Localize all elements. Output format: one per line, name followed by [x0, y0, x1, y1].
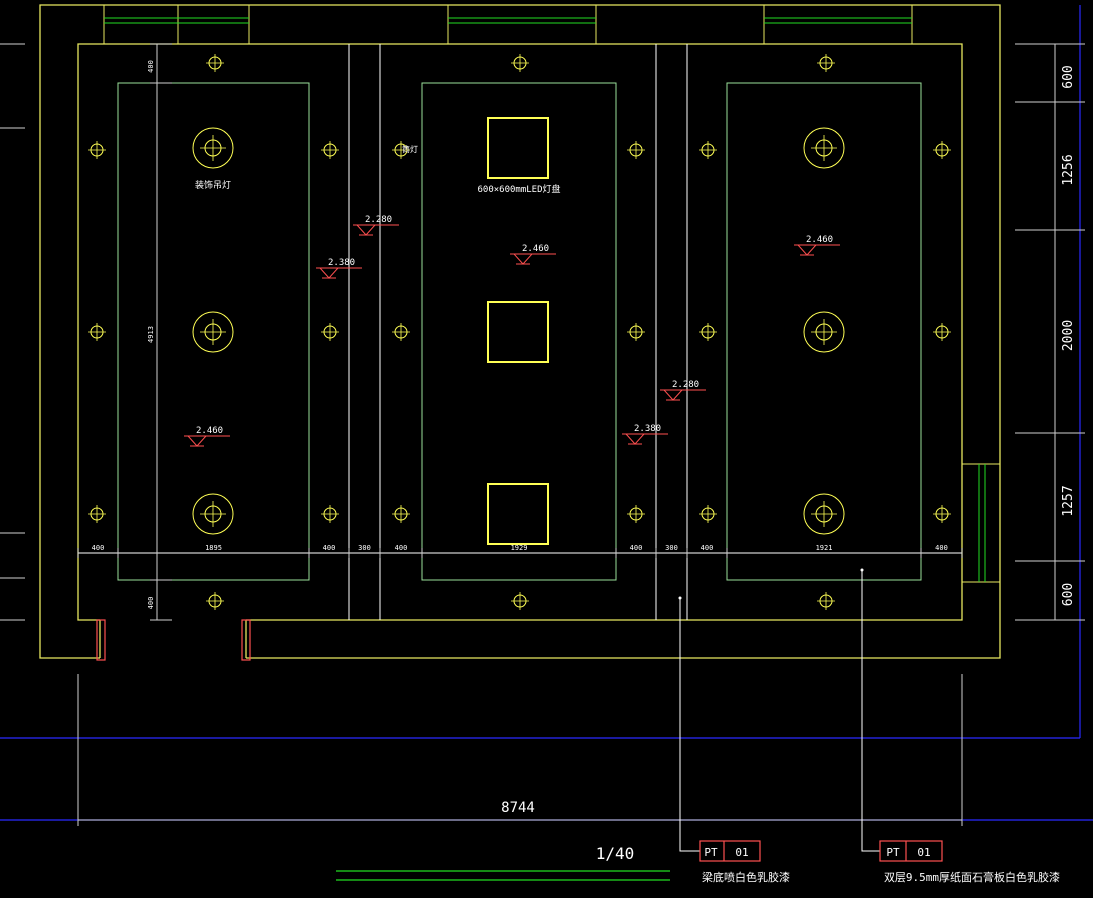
row-dim-text: 300: [665, 544, 678, 552]
downlight-icon: [933, 323, 951, 341]
downlight-icon: [88, 141, 106, 159]
exterior-wall: [39, 4, 1001, 659]
scale-text: 1/40: [596, 844, 635, 863]
center-panel: [421, 82, 617, 581]
elevation-mark: 2.380: [316, 258, 362, 279]
downlight-icon: [392, 505, 410, 523]
title-underline: [336, 870, 670, 881]
pendant-lamp-icon: [192, 311, 234, 353]
elevation-mark: 2.280: [660, 380, 706, 401]
callout-1-note: 梁底喷白色乳胶漆: [702, 870, 790, 884]
callout-1-code: 01: [735, 846, 748, 859]
row-dim-text: 400: [935, 544, 948, 552]
pendant-lamp-icon: [803, 493, 845, 535]
elevation-text: 2.380: [328, 258, 355, 268]
led-panel-icon: [487, 117, 549, 179]
elevation-text: 2.380: [634, 424, 661, 434]
downlight-icon: [699, 141, 717, 159]
elevation-text: 2.460: [196, 426, 223, 436]
right-dim-text: 1257: [1061, 485, 1076, 516]
downlight-icon: [511, 54, 529, 72]
downlight-icon: [511, 592, 529, 610]
downlight-icon: [88, 505, 106, 523]
elevation-text: 2.280: [365, 215, 392, 225]
downlight-icon: [321, 141, 339, 159]
downlight-icon: [627, 141, 645, 159]
callout-2-note: 双层9.5mm厚纸面石膏板白色乳胶漆: [884, 870, 1060, 884]
downlight-icon: [627, 505, 645, 523]
downlight-icon: [206, 592, 224, 610]
elevation-marks: 2.460 2.460 2.460 2.280 2.380 2.280 2.380: [184, 215, 840, 447]
door-jambs: [96, 619, 251, 661]
elevation-mark: 2.460: [510, 244, 556, 265]
elevation-text: 2.460: [806, 235, 833, 245]
downlight-icon: [88, 323, 106, 341]
downlight-icon: [817, 54, 835, 72]
callout-leaders: [679, 570, 880, 852]
callout-1-tag: PT: [704, 846, 718, 859]
pendant-lamp-icon: [803, 311, 845, 353]
left-dim-text: 4913: [147, 326, 155, 343]
ceiling-panels: [117, 82, 922, 581]
downlight-icon: [699, 323, 717, 341]
led-panel-label: 600×600mmLED灯盘: [477, 183, 560, 195]
right-dim-text: 2000: [1061, 320, 1076, 351]
elevation-mark: 2.460: [794, 235, 840, 256]
elevation-mark: 2.380: [622, 424, 668, 445]
callout-2-code: 01: [917, 846, 930, 859]
callout-2-tag: PT: [886, 846, 900, 859]
windows: [103, 4, 1001, 583]
overall-width-text: 8744: [501, 800, 535, 816]
row-dim-text: 400: [395, 544, 408, 552]
left-edge-ticks: [0, 43, 25, 621]
right-dim-text: 1256: [1061, 154, 1076, 185]
led-panel-icon: [487, 483, 549, 545]
pendant-lamp-icon: [192, 127, 234, 169]
elevation-text: 2.280: [672, 380, 699, 390]
downlight-icon: [817, 592, 835, 610]
downlight-icon: [627, 323, 645, 341]
row-dim-text: 400: [323, 544, 336, 552]
pendant-lamp-label: 装饰吊灯: [195, 179, 231, 191]
elevation-mark: 2.280: [353, 215, 399, 236]
led-panel-icon: [487, 301, 549, 363]
row-dim-text: 400: [630, 544, 643, 552]
ceiling-plan-drawing: 600 1256 2000 1257 600 400 1895 400 300 400 1929 40…: [0, 4, 1093, 884]
row-dim-text: 1895: [205, 544, 222, 552]
downlight-icon: [699, 505, 717, 523]
downlight-icon: [392, 323, 410, 341]
row-dim-text: 400: [92, 544, 105, 552]
pendant-lamp-icon: [803, 127, 845, 169]
right-dim-text: 600: [1061, 583, 1076, 606]
row-dim-text: 1929: [511, 544, 528, 552]
pendant-lamp-icon: [192, 493, 234, 535]
downlight-icon: [321, 505, 339, 523]
elevation-mark: 2.460: [184, 426, 230, 447]
row-dim-text: 400: [701, 544, 714, 552]
downlight-icon: [933, 141, 951, 159]
row-dim-text: 300: [358, 544, 371, 552]
light-fixtures: [88, 54, 951, 610]
downlight-icon: [321, 323, 339, 341]
elevation-text: 2.460: [522, 244, 549, 254]
right-dim-text: 600: [1061, 65, 1076, 88]
window-glass: [104, 17, 986, 582]
downlight-label: 筒灯: [402, 144, 418, 154]
row-dim-text: 1921: [816, 544, 833, 552]
left-dim-text: 400: [147, 60, 155, 73]
downlight-icon: [206, 54, 224, 72]
downlight-icon: [933, 505, 951, 523]
left-dim-text: 400: [147, 597, 155, 610]
sheet-border: [0, 5, 1093, 821]
